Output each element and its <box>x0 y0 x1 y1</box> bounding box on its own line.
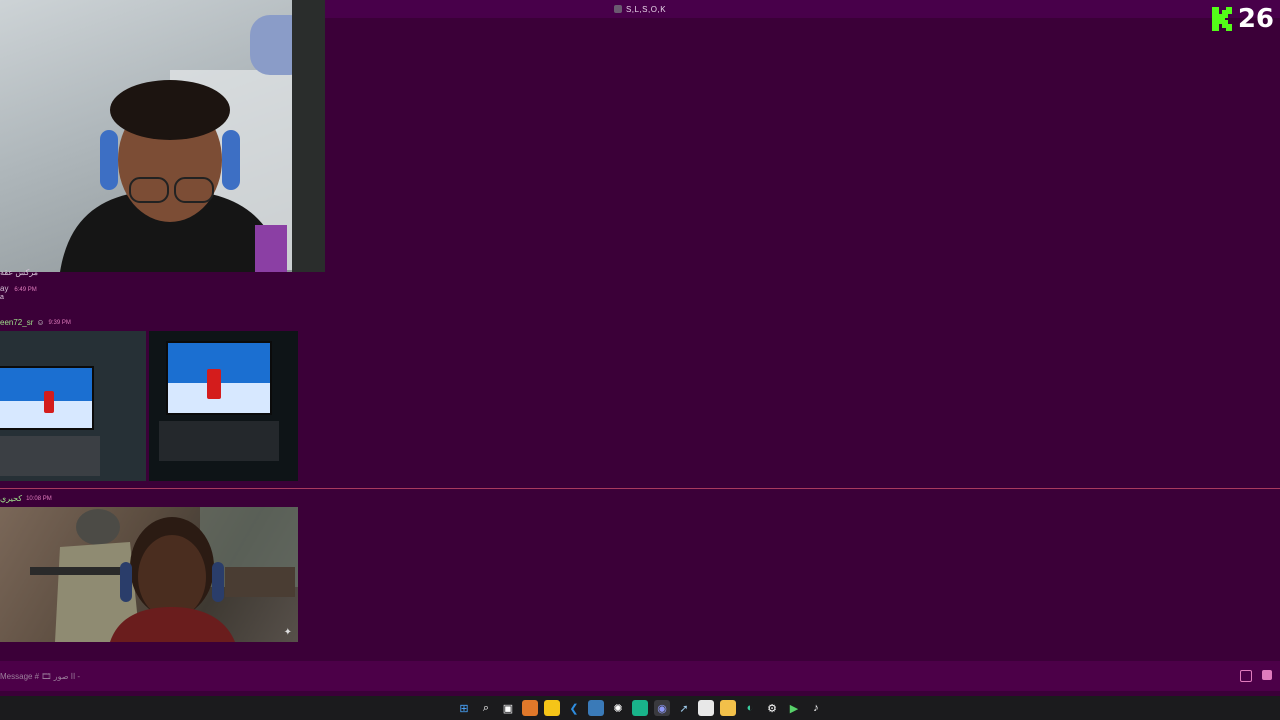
task-view-icon[interactable]: ▣ <box>500 700 516 716</box>
tv-cabinet <box>159 421 279 461</box>
viewer-count: 26 <box>1237 4 1274 34</box>
discord-icon[interactable]: ◉ <box>654 700 670 716</box>
calendar-icon[interactable] <box>698 700 714 716</box>
windows-taskbar: ⊞ ⌕ ▣ ❮ ✺ ◉ ➚ ◐ ⚙ ▶ ♪ <box>0 696 1280 720</box>
search-icon[interactable]: ⌕ <box>478 700 494 716</box>
steam-icon[interactable]: ➚ <box>676 700 692 716</box>
settings-icon[interactable]: ⚙ <box>764 700 780 716</box>
app-gallery-icon[interactable] <box>588 700 604 716</box>
vscode-icon[interactable]: ❮ <box>566 700 582 716</box>
windows-start-icon[interactable]: ⊞ <box>456 700 472 716</box>
kick-viewer-badge: 26 <box>1210 4 1274 34</box>
webcam-overlay <box>0 0 325 272</box>
play-icon[interactable]: ▶ <box>786 700 802 716</box>
chat-message-1: مركس عقة <box>0 268 38 277</box>
edge-icon[interactable]: ◐ <box>742 700 758 716</box>
image-attachment-tv-1[interactable] <box>0 331 146 481</box>
game-stream-image <box>30 507 298 642</box>
window-title: S,L,S,O,K <box>625 4 667 14</box>
message-input[interactable] <box>0 670 302 682</box>
message-author[interactable]: مركس عقة <box>0 268 38 277</box>
app-yellow-icon[interactable] <box>544 700 560 716</box>
app-orange-icon[interactable] <box>522 700 538 716</box>
new-messages-divider <box>0 488 1280 489</box>
file-explorer-icon[interactable] <box>720 700 736 716</box>
message-author[interactable]: كحيري <box>0 494 22 503</box>
chat-message-4-header: كحيري 10:08 PM <box>0 494 52 503</box>
chat-message-2: ay 6:49 PM <box>0 284 37 293</box>
message-timestamp: 6:49 PM <box>14 287 37 293</box>
chat-message-3-header: een72_sr ☺ 9:39 PM <box>0 318 71 327</box>
sticker-icon[interactable] <box>1262 670 1272 680</box>
message-timestamp: 10:08 PM <box>26 495 52 502</box>
server-icon <box>613 5 622 13</box>
app-green-icon[interactable] <box>632 700 648 716</box>
chat-message-2-text: a <box>0 294 4 301</box>
message-text: a <box>0 294 4 301</box>
image-attachment-tv-2[interactable] <box>149 331 298 481</box>
composer-actions <box>1240 670 1272 682</box>
message-author[interactable]: ay <box>0 284 8 293</box>
kick-logo-icon <box>1211 7 1232 31</box>
gift-icon[interactable] <box>1240 670 1252 682</box>
tv-cabinet <box>0 436 100 476</box>
chatgpt-icon[interactable]: ✺ <box>610 700 626 716</box>
sparkle-icon: ✦ <box>283 627 292 638</box>
message-author[interactable]: een72_sr <box>0 318 33 327</box>
tiktok-icon[interactable]: ♪ <box>808 700 824 716</box>
person-figure <box>207 369 221 399</box>
message-timestamp: 9:39 PM <box>48 319 71 326</box>
streamer-camera-image <box>60 0 325 272</box>
verified-badge-icon: ☺ <box>36 318 45 327</box>
message-composer <box>0 661 1280 691</box>
image-attachment-game-stream[interactable]: ✦ <box>0 507 298 642</box>
person-figure <box>44 391 54 413</box>
